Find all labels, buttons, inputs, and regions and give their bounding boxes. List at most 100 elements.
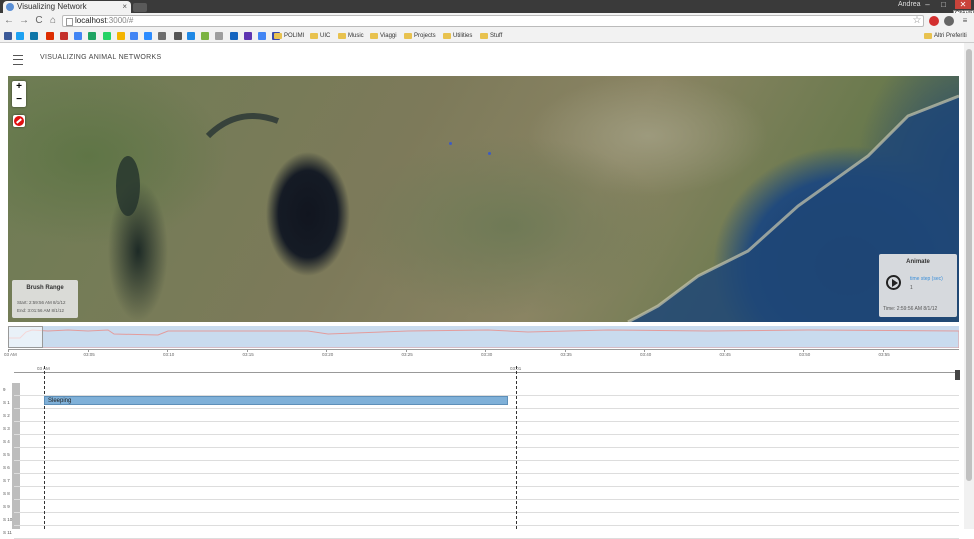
coastline-shape (116, 94, 959, 322)
bookmark-folder-viaggi[interactable]: Viaggi (370, 30, 397, 42)
overview-tick-label: 03:50 (799, 352, 811, 357)
play-icon[interactable] (886, 275, 901, 290)
maximize-icon[interactable]: □ (938, 0, 949, 9)
bookmark-star-icon[interactable]: ☆ (911, 15, 923, 27)
bookmark-site-icon[interactable] (174, 32, 182, 40)
new-tab-button[interactable] (133, 3, 147, 12)
no-entry-icon[interactable] (13, 115, 25, 127)
overview-tick-label: 03:40 (640, 352, 652, 357)
overview-tick-label: 03:05 (83, 352, 95, 357)
zoom-out-button[interactable]: − (12, 94, 26, 107)
bookmark-site-icon[interactable] (244, 32, 252, 40)
row-label: S 3 (3, 426, 10, 431)
back-arrow-icon[interactable]: ← (3, 15, 15, 27)
zoom-in-button[interactable]: + (12, 81, 26, 94)
overview-tick-label: 03:30 (481, 352, 493, 357)
bookmark-folder-uic[interactable]: UIC (310, 30, 330, 42)
animal-marker[interactable] (449, 142, 452, 145)
row-label: S 1 (3, 400, 10, 405)
row-label: S 2 (3, 413, 10, 418)
scrollbar-thumb[interactable] (966, 49, 972, 481)
url-path: :3000/# (106, 16, 134, 25)
sleeping-event-bar[interactable]: Sleeping (44, 396, 508, 405)
time-step-input[interactable]: 1 (910, 285, 913, 291)
bookmark-drive-icon[interactable] (88, 32, 96, 40)
brush-range-panel: Brush Range Start: 2:59:56 AM 8/1/12 End… (12, 280, 78, 318)
profile-name[interactable]: Andrea (898, 1, 921, 8)
browser-tab[interactable]: Visualizing Network × (3, 1, 131, 13)
bookmark-gmail-icon[interactable] (60, 32, 68, 40)
bookmark-github-icon[interactable] (158, 32, 166, 40)
timeline-row (14, 435, 959, 448)
timeline-scroll-handle[interactable] (955, 370, 960, 380)
window-close-icon[interactable]: ✕ (955, 0, 971, 9)
bookmark-youtube-icon[interactable] (46, 32, 54, 40)
row-label: S 10 (3, 517, 13, 522)
brush-range-title: Brush Range (26, 285, 64, 291)
row-label: S 11 (3, 530, 12, 535)
minimize-icon[interactable]: – (922, 0, 933, 9)
animal-marker[interactable] (488, 152, 491, 155)
row-label: S 9 (3, 504, 10, 509)
bookmark-whatsapp-icon[interactable] (103, 32, 111, 40)
tab-favicon-icon (6, 3, 14, 11)
timeline-row (14, 474, 959, 487)
bookmark-site-icon[interactable] (215, 32, 223, 40)
overview-tick-label: 03:25 (401, 352, 413, 357)
bookmark-keep-icon[interactable] (117, 32, 125, 40)
bookmark-site-icon[interactable] (187, 32, 195, 40)
overview-tick-label: 03:45 (719, 352, 731, 357)
overview-timeline[interactable] (7, 326, 960, 349)
bookmark-calendar-icon[interactable] (74, 32, 82, 40)
bookmark-folder-music[interactable]: Music (338, 30, 364, 42)
overview-tick-label: 03:10 (163, 352, 175, 357)
bookmark-linkedin-icon[interactable] (30, 32, 38, 40)
overview-axis (8, 349, 959, 350)
activity-area-chart (7, 329, 960, 349)
row-label: 9 (3, 387, 6, 392)
bookmark-facebook-icon[interactable] (4, 32, 12, 40)
brush-start: Start: 2:59:56 AM 8/1/12 (17, 300, 66, 305)
bookmark-site-icon[interactable] (258, 32, 266, 40)
timeline-row (14, 500, 959, 513)
reload-icon[interactable]: C (33, 15, 45, 27)
row-label: S 8 (3, 491, 10, 496)
time-cursor-start (44, 366, 45, 529)
bookmark-twitter-icon[interactable] (16, 32, 24, 40)
bookmark-site-icon[interactable] (230, 32, 238, 40)
bookmark-maps-icon[interactable] (130, 32, 138, 40)
bookmarks-bar: POLIMI UIC Music Viaggi Projects Utiliti… (0, 30, 974, 43)
extension-adblock-icon[interactable] (929, 16, 939, 26)
detail-axis (14, 372, 959, 373)
satellite-map[interactable]: + − Brush Range Start: 2:59:56 AM 8/1/12… (8, 76, 959, 322)
time-step-label: time step (sec) (910, 276, 943, 282)
timeline-row (14, 409, 959, 422)
bookmark-site-icon[interactable] (201, 32, 209, 40)
bookmark-meet-icon[interactable] (144, 32, 152, 40)
address-bar[interactable]: localhost:3000/# (62, 15, 924, 27)
brush-selection[interactable] (8, 326, 43, 348)
bookmark-folder-polimi[interactable]: POLIMI (274, 30, 304, 42)
bookmark-folder-projects[interactable]: Projects (404, 30, 436, 42)
hamburger-menu-icon[interactable] (13, 55, 23, 65)
overview-tick-label: 03:35 (560, 352, 572, 357)
page-content: VISUALIZING ANIMAL NETWORKS + − Brush Ra… (0, 43, 974, 539)
menu-icon[interactable]: ≡ (960, 16, 970, 26)
overview-tick-label: 03:15 (242, 352, 254, 357)
bookmark-folder-stuff[interactable]: Stuff (480, 30, 502, 42)
animate-panel: Animate time step (sec) 1 Time: 2:59:56 … (879, 254, 957, 317)
timeline-row (14, 461, 959, 474)
row-label: S 7 (3, 478, 10, 483)
bookmark-folder-other[interactable]: Altri Preferiti (924, 30, 967, 42)
timeline-row (14, 383, 959, 396)
bookmark-folder-utilities[interactable]: Utilities (443, 30, 472, 42)
overview-tick-label: 03:20 (322, 352, 334, 357)
tab-close-icon[interactable]: × (122, 1, 127, 13)
extension-icon[interactable] (944, 16, 954, 26)
timeline-row (14, 448, 959, 461)
page-scrollbar[interactable] (964, 43, 974, 529)
forward-arrow-icon[interactable]: → (18, 15, 30, 27)
home-icon[interactable]: ⌂ (47, 15, 59, 27)
animate-title: Animate (906, 259, 930, 265)
timeline-row (14, 513, 959, 526)
